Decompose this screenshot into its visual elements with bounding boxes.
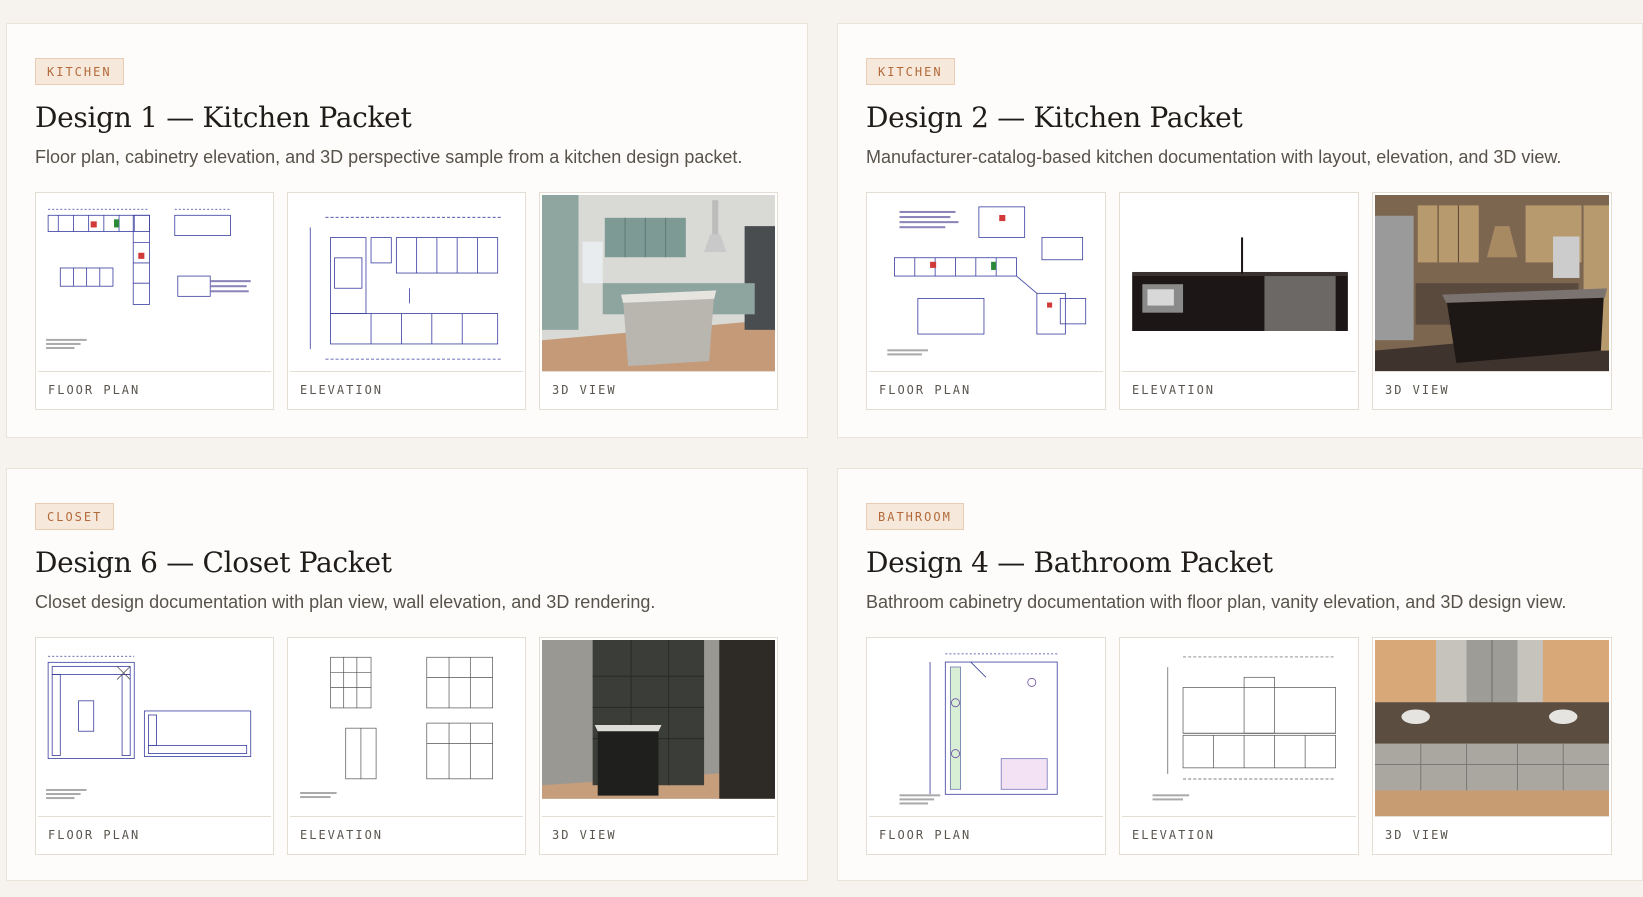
floor-plan-drawing (899, 653, 1058, 805)
thumbnail-3d-view[interactable]: 3D VIEW (1372, 637, 1612, 855)
thumbnail-caption: FLOOR PLAN (48, 383, 141, 398)
thumbnail-row: FLOOR PLAN ELEVATION 3D VIEW (35, 192, 779, 410)
elevation-image (1122, 195, 1356, 373)
thumbnail-row: FLOOR PLAN ELEVATION 3D VIEW (866, 637, 1614, 855)
category-badge: BATHROOM (866, 503, 964, 530)
thumbnail-3d-view[interactable]: 3D VIEW (539, 192, 778, 410)
thumbnail-caption: ELEVATION (300, 828, 384, 843)
category-badge: CLOSET (35, 503, 115, 530)
thumbnail-caption: ELEVATION (1132, 383, 1216, 398)
elevation-image (1122, 640, 1356, 818)
thumbnail-caption: 3D VIEW (1385, 383, 1450, 398)
thumbnail-caption: 3D VIEW (552, 828, 617, 843)
elevation-drawing (1152, 656, 1337, 801)
elevation-drawing (300, 656, 493, 799)
thumbnail-elevation[interactable]: ELEVATION (287, 192, 526, 410)
design-card-4[interactable]: BATHROOM Design 4 — Bathroom Packet Bath… (837, 468, 1643, 881)
3d-view-image (542, 640, 775, 818)
thumbnail-elevation[interactable]: ELEVATION (287, 637, 526, 855)
thumbnail-floor-plan[interactable]: FLOOR PLAN (35, 637, 274, 855)
card-description: Closet design documentation with plan vi… (35, 592, 656, 612)
category-badge: KITCHEN (35, 58, 124, 85)
thumbnail-caption: FLOOR PLAN (48, 828, 141, 843)
3d-view-image (542, 195, 775, 373)
thumbnail-caption: 3D VIEW (1385, 828, 1450, 843)
floor-plan-image (38, 640, 271, 818)
thumbnail-row: FLOOR PLAN ELEVATION 3D VIEW (866, 192, 1614, 410)
3d-view-image (1375, 195, 1609, 373)
thumbnail-caption: FLOOR PLAN (879, 828, 972, 843)
3d-render (542, 195, 775, 372)
thumbnail-caption: 3D VIEW (552, 383, 617, 398)
floor-plan-drawing (46, 208, 251, 350)
category-badge: KITCHEN (866, 58, 955, 85)
card-description: Floor plan, cabinetry elevation, and 3D … (35, 147, 743, 167)
elevation-drawing (309, 216, 503, 360)
thumbnail-caption: ELEVATION (300, 383, 384, 398)
elevation-image (290, 195, 523, 373)
elevation-image (290, 640, 523, 818)
card-title: Design 4 — Bathroom Packet (866, 546, 1273, 579)
thumbnail-caption: ELEVATION (1132, 828, 1216, 843)
card-title: Design 1 — Kitchen Packet (35, 101, 412, 134)
floor-plan-drawing (887, 206, 1087, 356)
thumbnail-floor-plan[interactable]: FLOOR PLAN (866, 192, 1106, 410)
card-description: Manufacturer-catalog-based kitchen docum… (866, 147, 1562, 167)
thumbnail-elevation[interactable]: ELEVATION (1119, 192, 1359, 410)
thumbnail-floor-plan[interactable]: FLOOR PLAN (866, 637, 1106, 855)
thumbnail-row: FLOOR PLAN ELEVATION 3D VIEW (35, 637, 779, 855)
floor-plan-image (869, 640, 1103, 818)
card-title: Design 6 — Closet Packet (35, 546, 392, 579)
3d-render (542, 640, 775, 817)
3d-view-image (1375, 640, 1609, 818)
floor-plan-drawing (46, 655, 252, 800)
elevation-drawing (1122, 196, 1356, 370)
design-card-2[interactable]: KITCHEN Design 2 — Kitchen Packet Manufa… (837, 23, 1643, 438)
design-card-6[interactable]: CLOSET Design 6 — Closet Packet Closet d… (6, 468, 808, 881)
thumbnail-floor-plan[interactable]: FLOOR PLAN (35, 192, 274, 410)
thumbnail-caption: FLOOR PLAN (879, 383, 972, 398)
card-title: Design 2 — Kitchen Packet (866, 101, 1243, 134)
thumbnail-elevation[interactable]: ELEVATION (1119, 637, 1359, 855)
thumbnail-3d-view[interactable]: 3D VIEW (539, 637, 778, 855)
design-card-1[interactable]: KITCHEN Design 1 — Kitchen Packet Floor … (6, 23, 808, 438)
thumbnail-3d-view[interactable]: 3D VIEW (1372, 192, 1612, 410)
3d-render (1375, 640, 1609, 817)
card-description: Bathroom cabinetry documentation with fl… (866, 592, 1567, 612)
floor-plan-image (869, 195, 1103, 373)
floor-plan-image (38, 195, 271, 373)
3d-render (1375, 195, 1609, 372)
